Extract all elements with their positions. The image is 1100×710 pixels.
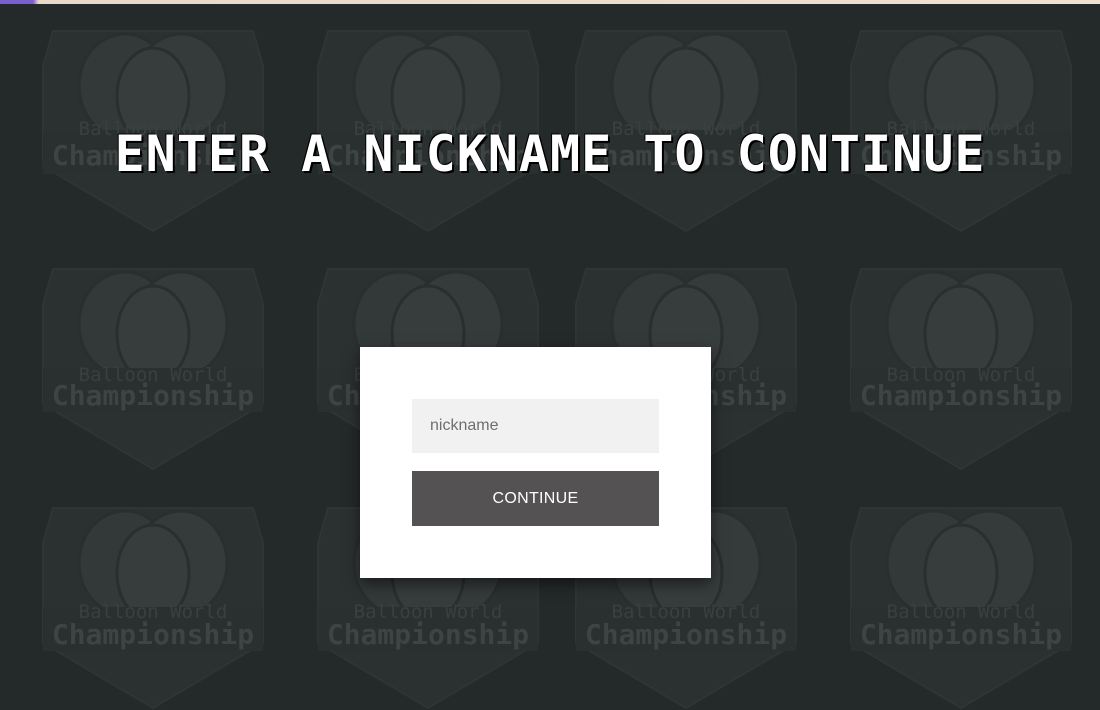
page-title: ENTER A NICKNAME TO CONTINUE: [114, 124, 986, 183]
nickname-page: Balloon World Championship Balloon World…: [0, 0, 1100, 710]
logo-tile: Balloon World Championship: [849, 506, 1073, 710]
logo-line2-text: Championship: [860, 618, 1062, 651]
logo-tile: Balloon World Championship: [41, 267, 265, 471]
logo-line2-text: Championship: [585, 618, 787, 651]
logo-line2-text: Championship: [327, 618, 529, 651]
logo-tile: Balloon World Championship: [41, 506, 265, 710]
logo-line2-text: Championship: [860, 379, 1062, 412]
logo-line2-text: Championship: [52, 379, 254, 412]
continue-button[interactable]: CONTINUE: [412, 471, 659, 526]
logo-line2-text: Championship: [52, 618, 254, 651]
nickname-form-card: CONTINUE: [360, 347, 711, 578]
nickname-input[interactable]: [412, 399, 659, 453]
logo-tile: Balloon World Championship: [849, 267, 1073, 471]
